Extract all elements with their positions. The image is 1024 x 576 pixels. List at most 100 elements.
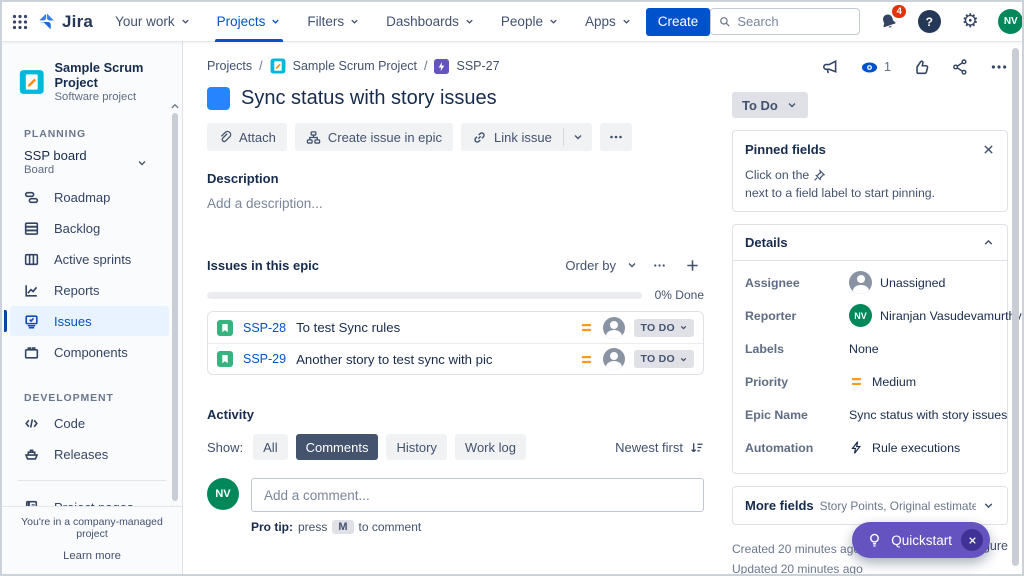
progress-bar bbox=[207, 292, 642, 299]
epic-more-actions-button[interactable] bbox=[647, 253, 671, 277]
quickstart-close-button[interactable] bbox=[961, 529, 983, 551]
learn-more-link[interactable]: Learn more bbox=[8, 550, 176, 562]
child-status-dropdown[interactable]: TO DO bbox=[634, 350, 694, 368]
epic-issues-title: Issues in this epic bbox=[207, 258, 319, 273]
issue-title: Sync status with story issues bbox=[241, 87, 497, 110]
sidebar-item-backlog[interactable]: Backlog bbox=[10, 213, 169, 243]
scrollbar-thumb[interactable] bbox=[1012, 48, 1019, 566]
story-icon bbox=[217, 351, 233, 367]
sidebar-scrollbar[interactable] bbox=[170, 102, 180, 512]
breadcrumb-projects[interactable]: Projects bbox=[207, 59, 252, 73]
assignee-avatar-icon[interactable] bbox=[603, 348, 625, 370]
filter-comments[interactable]: Comments bbox=[296, 434, 379, 460]
components-icon bbox=[22, 344, 40, 361]
sidebar-divider bbox=[18, 480, 166, 481]
epic-issues-section: Issues in this epic Order by 0% Done bbox=[207, 253, 704, 375]
child-issue-row[interactable]: SSP-28 To test Sync rules TO DO bbox=[208, 312, 703, 343]
attach-button[interactable]: Attach bbox=[207, 123, 287, 151]
filter-all[interactable]: All bbox=[253, 434, 287, 460]
roadmap-icon bbox=[22, 189, 40, 206]
detail-row-assignee: Assignee Unassigned bbox=[745, 266, 995, 299]
user-avatar[interactable]: NV bbox=[998, 9, 1023, 34]
nav-your-work[interactable]: Your work bbox=[115, 2, 191, 42]
assignee-avatar-icon[interactable] bbox=[603, 317, 625, 339]
sort-order-button[interactable]: Newest first bbox=[615, 440, 704, 455]
sidebar-item-components[interactable]: Components bbox=[10, 337, 169, 367]
details-header[interactable]: Details bbox=[733, 225, 1007, 261]
feedback-button[interactable] bbox=[821, 58, 839, 76]
breadcrumb: Projects / Sample Scrum Project / SSP-27 bbox=[207, 58, 704, 74]
order-by-dropdown[interactable]: Order by bbox=[565, 258, 638, 273]
app-switcher-icon[interactable] bbox=[12, 8, 28, 36]
gear-icon: ⚙ bbox=[962, 12, 979, 31]
reporter-avatar: NV bbox=[849, 304, 872, 327]
vote-button[interactable] bbox=[912, 58, 930, 76]
breadcrumb-project[interactable]: Sample Scrum Project bbox=[293, 59, 417, 73]
quickstart-button[interactable]: Quickstart bbox=[852, 522, 990, 558]
description-placeholder[interactable]: Add a description... bbox=[207, 196, 704, 211]
more-fields-card[interactable]: More fields Story Points, Original estim… bbox=[732, 486, 1008, 525]
progress-label: 0% Done bbox=[655, 288, 704, 302]
detail-row-priority: Priority Medium bbox=[745, 365, 995, 398]
breadcrumb-issue-key[interactable]: SSP-27 bbox=[456, 59, 499, 73]
description-label: Description bbox=[207, 171, 704, 186]
detail-row-epic-name: Epic Name Sync status with story issues bbox=[745, 398, 995, 431]
nav-projects[interactable]: Projects bbox=[217, 2, 282, 42]
jira-logo[interactable]: Jira bbox=[36, 11, 93, 32]
comment-input[interactable] bbox=[251, 478, 704, 512]
child-issue-summary[interactable]: To test Sync rules bbox=[296, 320, 569, 335]
close-icon[interactable] bbox=[982, 143, 995, 156]
sidebar-item-issues[interactable]: Issues bbox=[10, 306, 169, 336]
global-search[interactable] bbox=[710, 8, 860, 35]
panel-more-actions-button[interactable] bbox=[990, 58, 1008, 76]
nav-apps[interactable]: Apps bbox=[585, 2, 632, 42]
issue-actions-row: 1 bbox=[732, 55, 1008, 79]
keyboard-shortcut-m: M bbox=[332, 520, 353, 534]
chevron-down-icon bbox=[180, 16, 191, 27]
create-button[interactable]: Create bbox=[646, 8, 711, 36]
link-issue-button[interactable]: Link issue bbox=[461, 123, 563, 151]
notifications-button[interactable]: 4 bbox=[875, 9, 901, 35]
chevron-down-icon bbox=[679, 323, 688, 332]
help-button[interactable]: ? bbox=[916, 9, 942, 35]
priority-medium-icon bbox=[579, 352, 594, 367]
child-issue-summary[interactable]: Another story to test sync with pic bbox=[296, 352, 569, 367]
status-dropdown[interactable]: To Do bbox=[732, 92, 808, 118]
scrollbar-thumb[interactable] bbox=[172, 113, 178, 501]
more-actions-button[interactable] bbox=[600, 123, 632, 151]
project-sidebar: Sample Scrum Project Software project PL… bbox=[2, 42, 183, 574]
link-options-chevron-button[interactable] bbox=[564, 123, 592, 151]
share-button[interactable] bbox=[951, 58, 969, 76]
child-issue-key[interactable]: SSP-29 bbox=[243, 352, 286, 366]
create-issue-in-epic-button[interactable]: Create issue in epic bbox=[295, 123, 453, 151]
close-icon bbox=[968, 536, 977, 545]
sidebar-item-reports[interactable]: Reports bbox=[10, 275, 169, 305]
pinned-fields-title: Pinned fields bbox=[745, 142, 826, 157]
watch-button[interactable]: 1 bbox=[860, 58, 891, 77]
watch-count: 1 bbox=[884, 60, 891, 74]
settings-button[interactable]: ⚙ bbox=[957, 9, 983, 35]
search-input[interactable] bbox=[737, 14, 851, 29]
chevron-down-icon bbox=[270, 16, 281, 27]
nav-dashboards[interactable]: Dashboards bbox=[386, 2, 475, 42]
nav-people[interactable]: People bbox=[501, 2, 559, 42]
child-issue-key[interactable]: SSP-28 bbox=[243, 321, 286, 335]
nav-right-group: 4 ? ⚙ NV bbox=[710, 8, 1023, 35]
brand-name: Jira bbox=[62, 12, 93, 32]
page-scrollbar[interactable] bbox=[1012, 48, 1019, 566]
add-issue-button[interactable] bbox=[680, 253, 704, 277]
nav-filters[interactable]: Filters bbox=[307, 2, 360, 42]
share-icon bbox=[951, 58, 969, 76]
sidebar-item-code[interactable]: Code bbox=[10, 408, 169, 438]
sidebar-item-roadmap[interactable]: Roadmap bbox=[10, 182, 169, 212]
sidebar-item-releases[interactable]: Releases bbox=[10, 439, 169, 469]
filter-work-log[interactable]: Work log bbox=[455, 434, 526, 460]
child-status-dropdown[interactable]: TO DO bbox=[634, 319, 694, 337]
child-issue-row[interactable]: SSP-29 Another story to test sync with p… bbox=[208, 343, 703, 374]
chevron-down-icon bbox=[982, 499, 995, 512]
filter-history[interactable]: History bbox=[386, 434, 446, 460]
project-header[interactable]: Sample Scrum Project Software project bbox=[2, 60, 182, 103]
sidebar-item-active-sprints[interactable]: Active sprints bbox=[10, 244, 169, 274]
chevron-down-icon bbox=[621, 16, 632, 27]
board-switcher[interactable]: SSP board Board bbox=[24, 148, 156, 176]
